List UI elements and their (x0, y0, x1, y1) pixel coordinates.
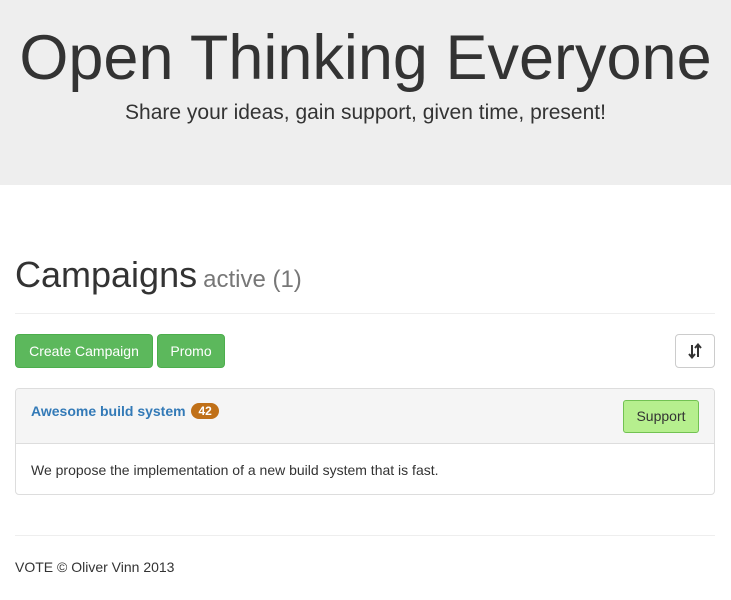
site-tagline: Share your ideas, gain support, given ti… (125, 101, 606, 124)
campaigns-status: active (1) (203, 266, 302, 293)
campaign-description: We propose the implementation of a new b… (31, 462, 439, 478)
create-campaign-button[interactable]: Create Campaign (15, 334, 153, 368)
heading-divider (15, 313, 715, 314)
jumbotron-header: Open Thinking Everyone Share your ideas,… (0, 0, 731, 185)
footer-text: VOTE © Oliver Vinn 2013 (15, 559, 175, 575)
vote-count-badge: 42 (191, 403, 219, 419)
support-button[interactable]: Support (623, 400, 699, 433)
campaigns-heading: Campaigns (15, 254, 198, 295)
campaign-title-link[interactable]: Awesome build system (31, 403, 186, 419)
campaign-title-row: Awesome build system 42 (31, 402, 219, 420)
campaign-panel: Awesome build system 42 Support We propo… (15, 388, 715, 495)
footer-divider (15, 535, 715, 536)
promo-button[interactable]: Promo (157, 334, 225, 368)
sort-icon (688, 338, 702, 360)
campaign-panel-heading: Awesome build system 42 Support (16, 389, 714, 444)
page-heading: Campaigns active (1) (15, 253, 302, 302)
site-title: Open Thinking Everyone (19, 23, 712, 93)
sort-button[interactable] (675, 334, 715, 368)
